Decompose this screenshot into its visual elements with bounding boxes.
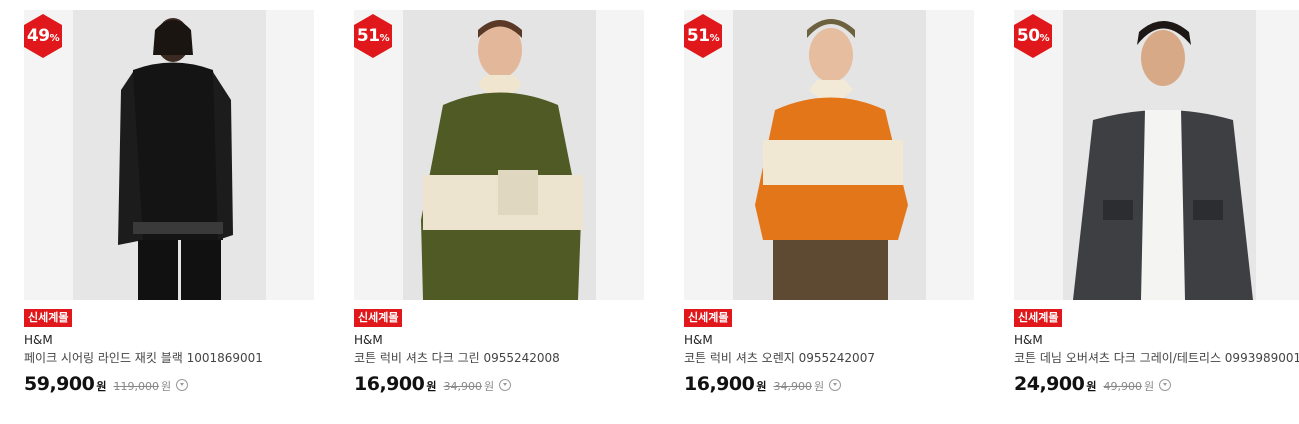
brand-name: H&M	[1014, 333, 1043, 347]
price-row: 16,900 원 34,900 원	[354, 373, 644, 395]
original-price-currency: 원	[1143, 380, 1155, 393]
product-image[interactable]: 51%	[354, 10, 644, 300]
price-row: 24,900 원 49,900 원	[1014, 373, 1299, 395]
discount-value: 50	[1016, 26, 1040, 46]
product-card[interactable]: 51% 신세계몰 H&M 코튼 럭비 셔츠 오렌지 0955242007 16,…	[684, 10, 974, 395]
brand-name: H&M	[354, 333, 383, 347]
info-dropdown-icon[interactable]	[176, 379, 189, 391]
product-photo	[73, 10, 266, 300]
product-image[interactable]: 51%	[684, 10, 974, 300]
sale-price: 59,900	[24, 373, 95, 395]
sale-price-currency: 원	[426, 380, 437, 393]
store-tag: 신세계몰	[1014, 309, 1063, 327]
product-name[interactable]: 코튼 럭비 셔츠 오렌지 0955242007	[684, 350, 974, 366]
product-card[interactable]: 50% 신세계몰 H&M 코튼 데님 오버셔츠 다크 그레이/테트리스 0993…	[1014, 10, 1299, 395]
product-name[interactable]: 페이크 시어링 라인드 재킷 블랙 1001869001	[24, 350, 314, 366]
original-price: 49,900	[1103, 380, 1142, 393]
original-price-currency: 원	[483, 380, 495, 393]
store-tag: 신세계몰	[684, 309, 733, 327]
sale-price: 16,900	[684, 373, 755, 395]
product-card[interactable]: 49% 신세계몰 H&M 페이크 시어링 라인드 재킷 블랙 100186900…	[24, 10, 314, 395]
sale-price-currency: 원	[756, 380, 767, 393]
product-name[interactable]: 코튼 데님 오버셔츠 다크 그레이/테트리스 0993989001	[1014, 350, 1299, 366]
sale-price: 16,900	[354, 373, 425, 395]
discount-percent: %	[379, 32, 390, 44]
price-row: 59,900 원 119,000 원	[24, 373, 314, 395]
product-card[interactable]: 51% 신세계몰 H&M 코튼 럭비 셔츠 다크 그린 0955242008 1…	[354, 10, 644, 395]
discount-value: 49	[26, 26, 50, 46]
store-tag: 신세계몰	[24, 309, 73, 327]
sale-price: 24,900	[1014, 373, 1085, 395]
original-price: 119,000	[113, 380, 159, 393]
sale-price-currency: 원	[1086, 380, 1097, 393]
product-image[interactable]: 49%	[24, 10, 314, 300]
product-name[interactable]: 코튼 럭비 셔츠 다크 그린 0955242008	[354, 350, 644, 366]
discount-percent: %	[49, 32, 60, 44]
brand-name: H&M	[684, 333, 713, 347]
sale-price-currency: 원	[96, 380, 107, 393]
brand-name: H&M	[24, 333, 53, 347]
product-photo	[1063, 10, 1256, 300]
discount-badge: 51%	[684, 14, 722, 58]
discount-value: 51	[356, 26, 380, 46]
info-dropdown-icon[interactable]	[1159, 379, 1172, 391]
original-price-currency: 원	[160, 380, 172, 393]
product-image[interactable]: 50%	[1014, 10, 1299, 300]
discount-badge: 50%	[1014, 14, 1052, 58]
discount-badge: 51%	[354, 14, 392, 58]
original-price-currency: 원	[813, 380, 825, 393]
discount-badge: 49%	[24, 14, 62, 58]
store-tag: 신세계몰	[354, 309, 403, 327]
original-price: 34,900	[443, 380, 482, 393]
discount-value: 51	[686, 26, 710, 46]
price-row: 16,900 원 34,900 원	[684, 373, 974, 395]
info-dropdown-icon[interactable]	[829, 379, 842, 391]
info-dropdown-icon[interactable]	[499, 379, 512, 391]
product-photo	[403, 10, 596, 300]
discount-percent: %	[1039, 32, 1050, 44]
original-price: 34,900	[773, 380, 812, 393]
discount-percent: %	[709, 32, 720, 44]
product-photo	[733, 10, 926, 300]
